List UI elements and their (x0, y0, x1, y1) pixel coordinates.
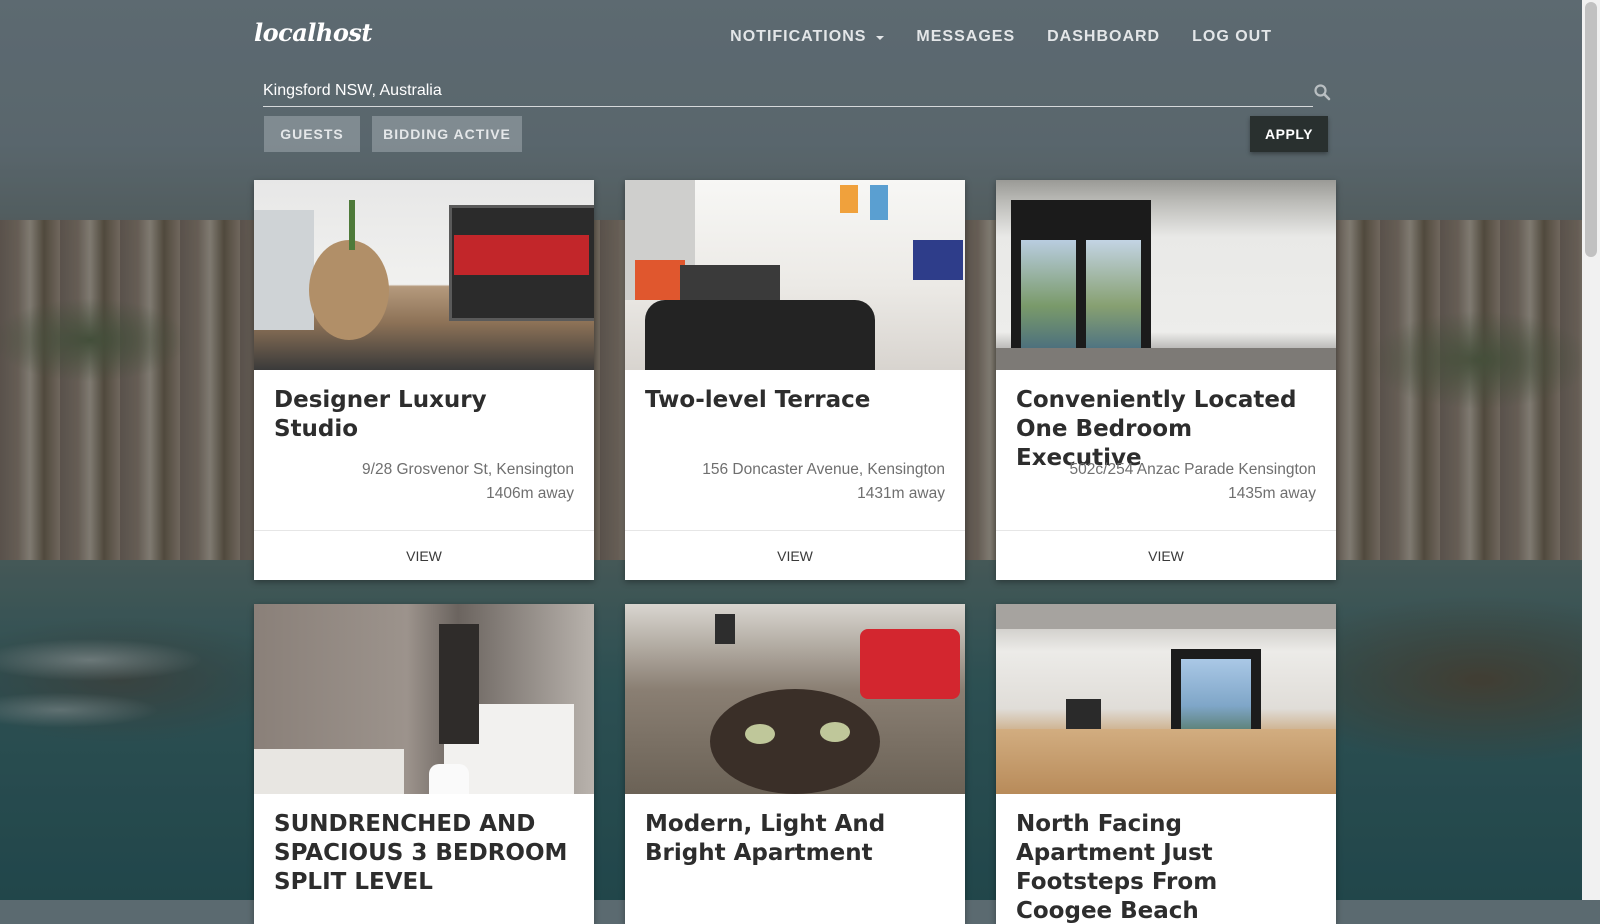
apply-button[interactable]: APPLY (1250, 116, 1328, 152)
listing-title[interactable]: Designer Luxury Studio (274, 386, 574, 444)
site-logo[interactable]: localhost (254, 18, 372, 47)
listing-title[interactable]: SUNDRENCHED AND SPACIOUS 3 BEDROOM SPLIT… (274, 810, 574, 897)
page-scrollbar[interactable] (1582, 0, 1600, 900)
scrollbar-thumb[interactable] (1585, 2, 1597, 257)
listing-card: SUNDRENCHED AND SPACIOUS 3 BEDROOM SPLIT… (254, 604, 594, 924)
listing-address: 156 Doncaster Avenue, Kensington (702, 461, 945, 478)
listing-title[interactable]: Modern, Light And Bright Apartment (645, 810, 945, 868)
listing-distance: 1406m away (486, 485, 574, 502)
listing-photo[interactable] (996, 180, 1336, 370)
listing-card: Conveniently Located One Bedroom Executi… (996, 180, 1336, 580)
listing-address: 502c/254 Anzac Parade Kensington (1069, 461, 1316, 478)
nav-item-label: NOTIFICATIONS (730, 28, 867, 45)
search-icon[interactable] (1313, 83, 1331, 101)
listing-photo[interactable] (996, 604, 1336, 794)
view-button[interactable]: VIEW (996, 530, 1336, 580)
listing-distance: 1435m away (1228, 485, 1316, 502)
nav-item-messages[interactable]: MESSAGES (916, 28, 1015, 46)
listing-card: Designer Luxury Studio 9/28 Grosvenor St… (254, 180, 594, 580)
listing-card: Modern, Light And Bright Apartment (625, 604, 965, 924)
bidding-active-filter-button[interactable]: BIDDING ACTIVE (372, 116, 522, 152)
listing-photo[interactable] (625, 180, 965, 370)
listing-photo[interactable] (254, 604, 594, 794)
location-search (263, 78, 1331, 107)
listing-card: Two-level Terrace 156 Doncaster Avenue, … (625, 180, 965, 580)
listing-photo[interactable] (254, 180, 594, 370)
view-button[interactable]: VIEW (254, 530, 594, 580)
listing-title[interactable]: Two-level Terrace (645, 386, 945, 415)
nav-item-log-out[interactable]: LOG OUT (1192, 28, 1272, 46)
listing-card: North Facing Apartment Just Footsteps Fr… (996, 604, 1336, 924)
listing-title[interactable]: North Facing Apartment Just Footsteps Fr… (1016, 810, 1316, 924)
nav-menu: NOTIFICATIONS MESSAGES DASHBOARD LOG OUT (730, 28, 1272, 46)
listing-distance: 1431m away (857, 485, 945, 502)
guests-filter-button[interactable]: GUESTS (264, 116, 360, 152)
listing-address: 9/28 Grosvenor St, Kensington (362, 461, 574, 478)
nav-item-notifications[interactable]: NOTIFICATIONS (730, 28, 885, 46)
view-button[interactable]: VIEW (625, 530, 965, 580)
top-navbar: localhost NOTIFICATIONS MESSAGES DASHBOA… (0, 0, 1582, 70)
search-input[interactable] (263, 78, 1273, 104)
listing-photo[interactable] (625, 604, 965, 794)
nav-item-dashboard[interactable]: DASHBOARD (1047, 28, 1160, 46)
chevron-down-icon (876, 36, 885, 40)
